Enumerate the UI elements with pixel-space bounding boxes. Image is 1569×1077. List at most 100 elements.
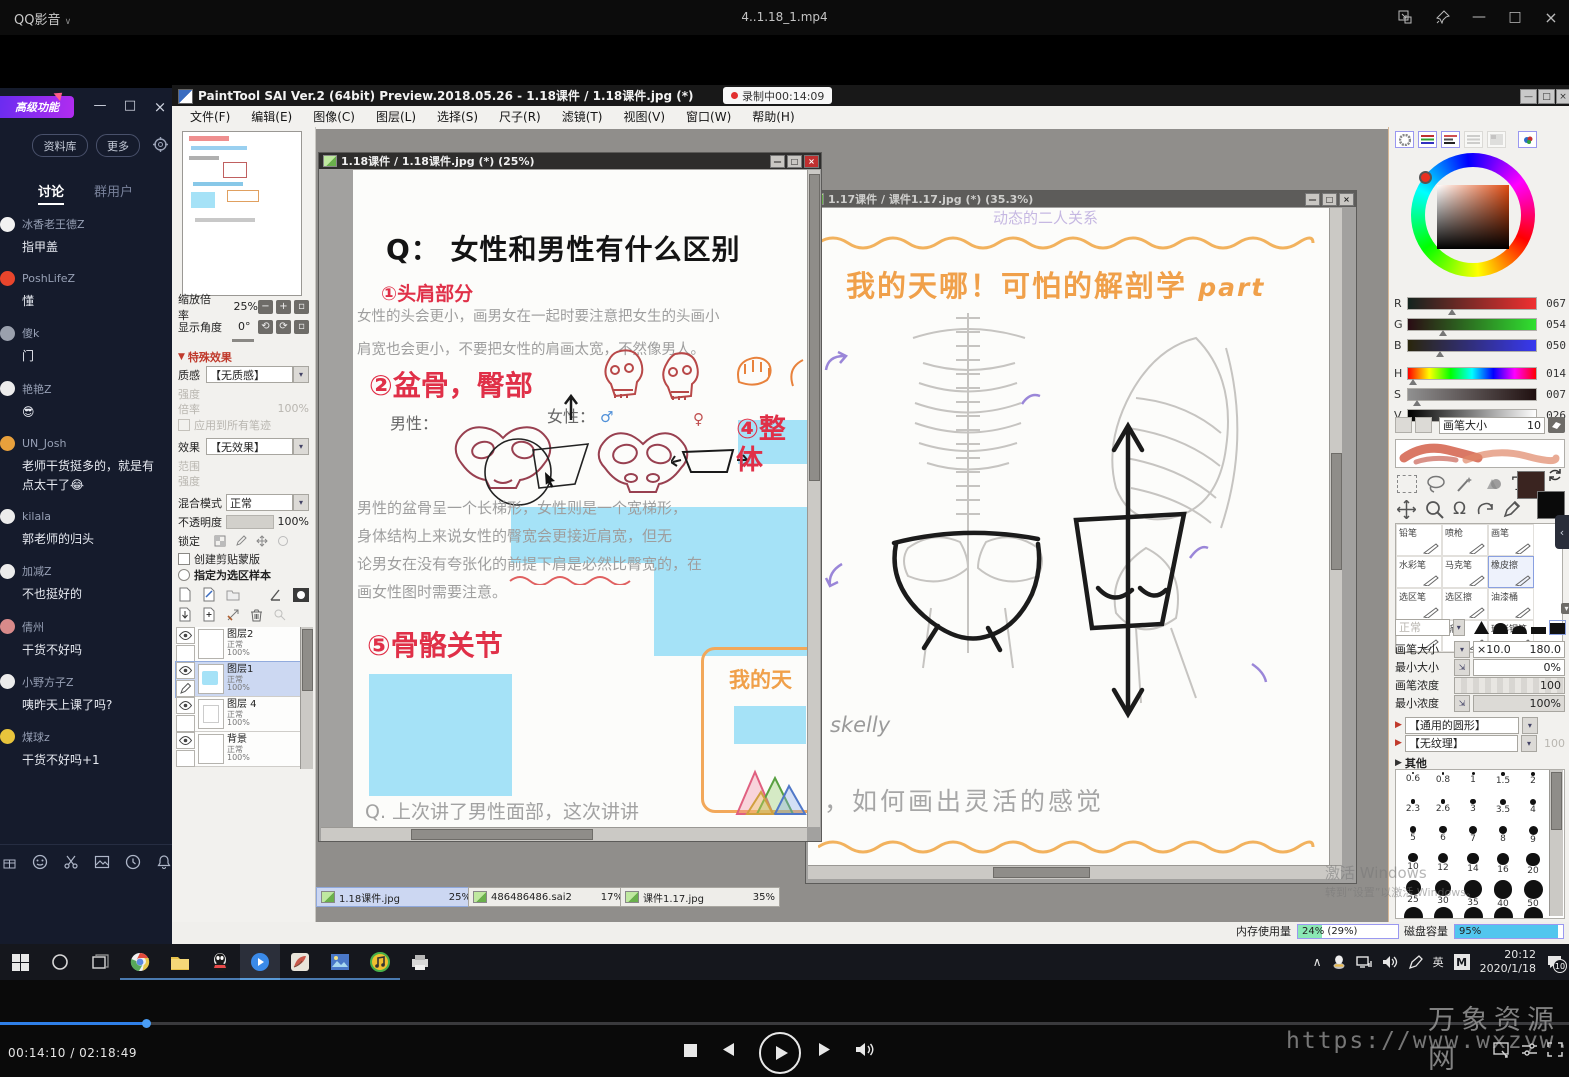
menu-帮助[interactable]: 帮助(H) [752, 108, 794, 125]
slider-marker-h[interactable] [1409, 379, 1417, 385]
tray-network-icon[interactable] [1356, 955, 1372, 969]
chat-close-icon[interactable]: × [150, 98, 170, 116]
library-button[interactable]: 资料库 [32, 134, 88, 157]
previous-button[interactable] [718, 1042, 735, 1057]
slider-b[interactable] [1407, 339, 1537, 352]
canvas-window-2[interactable]: 1.17课件 / 课件1.17.jpg (*) (35.3%) — □ × 动态… [805, 190, 1357, 884]
selection-source-radio[interactable] [178, 569, 190, 581]
mask-icon[interactable] [293, 588, 309, 602]
clear-layer-icon[interactable] [226, 608, 240, 622]
slider-marker-s[interactable] [1413, 400, 1421, 406]
task-view-button[interactable] [80, 944, 120, 980]
canvas2-titlebar[interactable]: 1.17课件 / 课件1.17.jpg (*) (35.3%) — □ × [806, 191, 1356, 207]
canvas1-page[interactable]: Q： 女性和男性有什么区别 ①头肩部分 女性的头会更小，画男女在一起时要注意把女… [353, 170, 807, 827]
taskbar-fax-icon[interactable] [400, 944, 440, 980]
tip-shape-dome-icon[interactable] [1512, 621, 1527, 634]
rgb-slider-tab-icon[interactable] [1418, 131, 1437, 148]
brush-size-0.8[interactable]: 0.8 [1430, 772, 1456, 785]
hue-cursor[interactable] [1419, 171, 1432, 184]
fullscreen-icon[interactable] [1547, 1042, 1563, 1057]
chat-message[interactable]: 加减Z不也挺好的 [0, 563, 172, 604]
brush-画笔[interactable]: 画笔 [1488, 524, 1534, 556]
menu-视图[interactable]: 视图(V) [623, 108, 665, 125]
tray-language-indicator[interactable]: 英 [1433, 954, 1444, 970]
layer-list-scrollbar[interactable] [300, 627, 313, 769]
tray-qq-icon[interactable] [1332, 954, 1346, 970]
special-effects-section[interactable]: ▼特殊效果 [178, 349, 309, 364]
color-wheel[interactable] [1411, 153, 1535, 277]
layer-row[interactable]: 图层1正常100% [176, 662, 300, 697]
layer-row[interactable]: 图层2正常100% [176, 627, 300, 662]
canvas2-hscrollbar[interactable] [808, 865, 1341, 879]
canvas2-close-icon[interactable]: × [1339, 193, 1354, 206]
nav-zoom-reset-icon[interactable]: ▫ [294, 300, 309, 314]
tray-pen-icon[interactable] [1408, 955, 1423, 970]
brush-马克笔[interactable]: 马克笔 [1442, 556, 1488, 588]
min-density-icon[interactable]: ⇲ [1454, 695, 1470, 712]
effect-dropdown[interactable]: 【无效果】 [206, 438, 293, 455]
tip-shape-flat-icon[interactable] [1531, 621, 1546, 634]
magic-wand-tool-icon[interactable] [1455, 475, 1474, 493]
document-tab[interactable]: 课件1.17.jpg35% [620, 887, 780, 907]
canvas1-minimize-icon[interactable]: — [770, 155, 785, 168]
menu-选择[interactable]: 选择(S) [437, 108, 478, 125]
close-icon[interactable]: × [1538, 7, 1564, 27]
chat-message[interactable]: 煤球z干货不好吗+1 [0, 729, 172, 770]
chat-message[interactable]: PoshLifeZ懂 [0, 271, 172, 311]
menu-文件[interactable]: 文件(F) [190, 108, 230, 125]
canvas1-titlebar[interactable]: 1.18课件 / 1.18课件.jpg (*) (25%) — □ × [319, 153, 821, 169]
search-layer-icon[interactable] [273, 608, 286, 621]
brush-size-9[interactable]: 9 [1520, 826, 1546, 845]
min-size-icon[interactable]: ⇲ [1454, 659, 1470, 676]
scratchpad-preview[interactable] [1395, 439, 1565, 468]
canvas1-maximize-icon[interactable]: □ [787, 155, 802, 168]
menu-图像[interactable]: 图像(C) [313, 108, 355, 125]
brush-size-7[interactable]: 7 [1460, 826, 1486, 844]
progress-track[interactable] [0, 1022, 1569, 1025]
nav-rotate-cw-icon[interactable]: ⟳ [276, 320, 291, 334]
new-folder-icon[interactable] [226, 588, 240, 601]
min-density-input[interactable]: 100% [1473, 695, 1565, 712]
taskbar-explorer-icon[interactable] [160, 944, 200, 980]
merge-layer-icon[interactable] [202, 607, 216, 622]
taskbar-qq-icon[interactable] [200, 944, 240, 980]
document-tab[interactable]: 1.18课件.jpg25% [316, 887, 476, 907]
tray-chevron-icon[interactable]: ∧ [1313, 955, 1322, 969]
tray-volume-icon[interactable] [1382, 955, 1398, 969]
panel-divider[interactable] [232, 339, 254, 342]
lock-pen-icon[interactable] [235, 535, 247, 547]
slider-r[interactable] [1407, 297, 1537, 310]
next-button[interactable] [818, 1042, 835, 1057]
progress-handle[interactable] [142, 1019, 151, 1028]
chat-message[interactable]: 艳艳Z😎 [0, 381, 172, 422]
slant-icon[interactable] [269, 588, 283, 602]
brush-size-3[interactable]: 3 [1460, 799, 1486, 814]
history-icon[interactable] [125, 854, 141, 870]
image-icon[interactable] [94, 854, 110, 870]
brush-铅笔[interactable]: 铅笔 [1396, 524, 1442, 556]
canvas-window-1[interactable]: 1.18课件 / 1.18课件.jpg (*) (25%) — □ × [318, 152, 822, 842]
density-slider[interactable]: 100 [1454, 677, 1565, 694]
layer-visibility-icon[interactable] [176, 627, 195, 644]
texture-dropdown[interactable]: 【无质感】 [206, 366, 293, 383]
new-layer-icon[interactable] [178, 587, 192, 602]
slider-marker-r[interactable] [1448, 309, 1456, 315]
slider-h[interactable] [1407, 367, 1537, 380]
shape-tool-icon[interactable] [1483, 475, 1503, 493]
size-panel-scrollbar[interactable] [1549, 770, 1563, 916]
tip-shape-block-icon[interactable] [1550, 621, 1565, 634]
effect-dropdown-icon[interactable]: ▾ [293, 438, 309, 455]
lasso-tool-icon[interactable] [1426, 475, 1446, 493]
brush-橡皮擦[interactable]: 橡皮擦 [1488, 556, 1534, 588]
canvas1-vscrollbar[interactable] [807, 170, 820, 827]
brush-size-2[interactable]: 2 [1520, 772, 1546, 786]
brush-mode-dropdown[interactable]: 正常 [1395, 619, 1450, 636]
brush-size-large[interactable] [1430, 907, 1456, 919]
sai-close-icon[interactable]: × [1556, 89, 1569, 104]
brush-size-6[interactable]: 6 [1430, 826, 1456, 843]
taskbar-sai-icon[interactable] [280, 944, 320, 980]
taskbar-chrome-icon[interactable] [120, 944, 160, 980]
transfer-down-icon[interactable] [178, 607, 192, 622]
brush-选区擦[interactable]: 选区擦 [1442, 588, 1488, 620]
layer-row[interactable]: 图层 4正常100% [176, 697, 300, 732]
